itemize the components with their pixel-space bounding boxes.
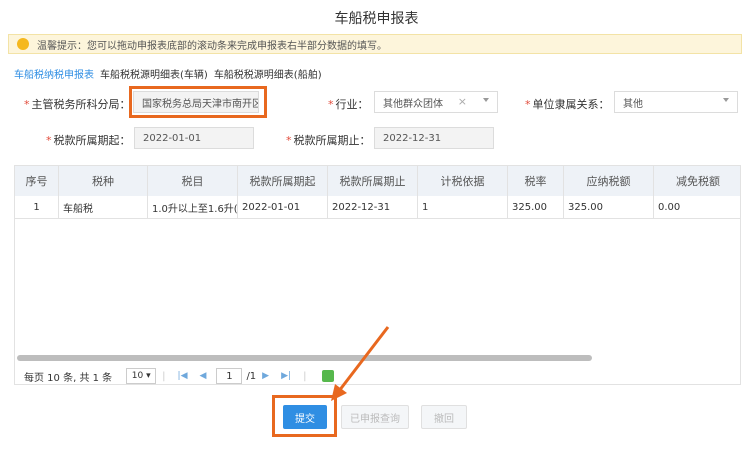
arrow-head [331, 384, 347, 401]
annotation-arrow [331, 326, 390, 401]
arrow-shaft [337, 326, 390, 392]
